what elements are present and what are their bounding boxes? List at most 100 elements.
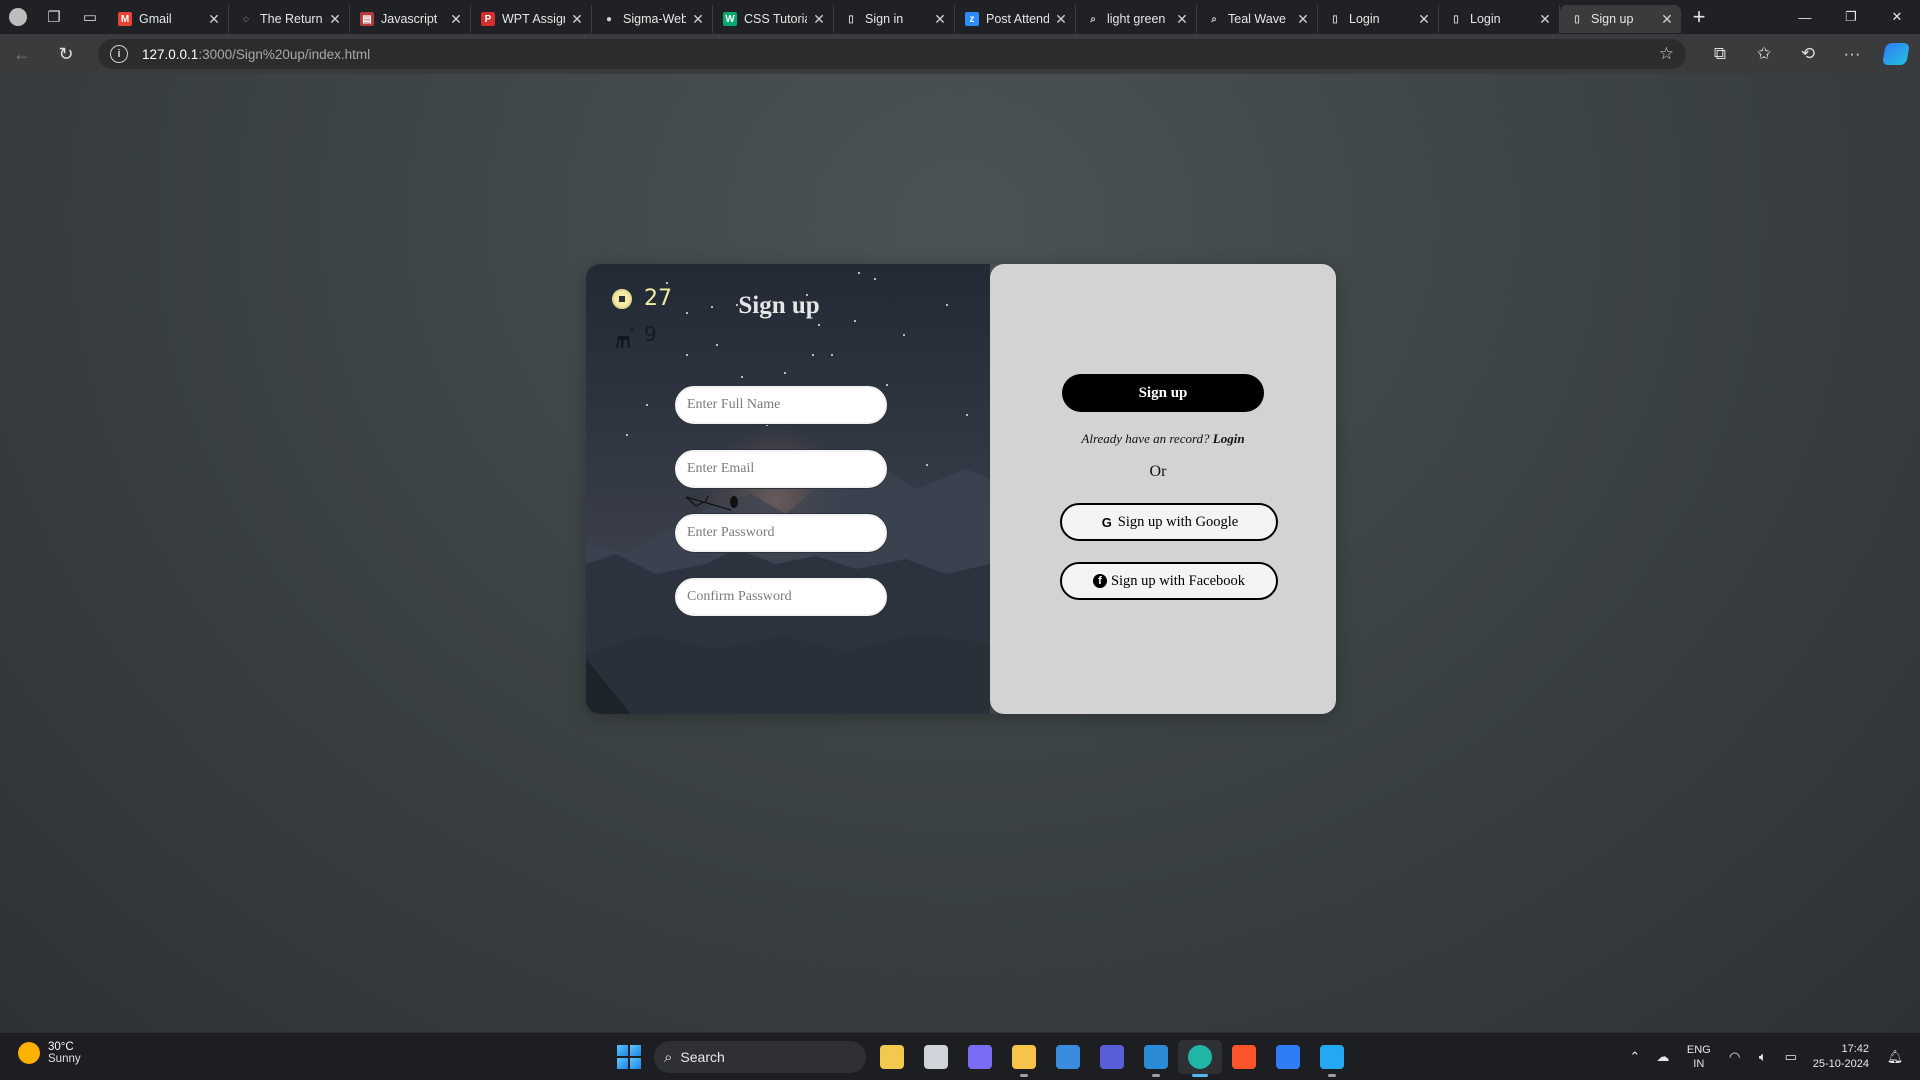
new-tab-button[interactable]: +	[1681, 3, 1717, 31]
store-app[interactable]	[1046, 1040, 1090, 1074]
browser-tab[interactable]: ▤ Javascript ✕	[350, 5, 471, 33]
edge-app[interactable]	[1178, 1040, 1222, 1077]
minimize-icon[interactable]: —	[1782, 0, 1828, 34]
wifi-icon[interactable]: ◠	[1724, 1049, 1746, 1065]
facebook-signup-button[interactable]: f Sign up with Facebook	[1060, 562, 1278, 600]
tab-close-icon[interactable]: ✕	[1053, 11, 1069, 28]
profile-icon[interactable]	[0, 0, 36, 34]
signup-button[interactable]: Sign up	[1062, 374, 1264, 412]
extensions-icon[interactable]: ⧉	[1698, 34, 1742, 74]
address-bar[interactable]: i 127.0.0.1:3000/Sign%20up/index.html ☆	[98, 39, 1686, 69]
widgets-app[interactable]	[870, 1040, 914, 1074]
weather-temp: 30°C	[48, 1041, 74, 1053]
restore-icon[interactable]: ❐	[1828, 0, 1874, 34]
tab-close-icon[interactable]: ✕	[690, 11, 706, 28]
email-input[interactable]	[675, 450, 887, 488]
visual-studio-app[interactable]	[1090, 1040, 1134, 1074]
browser-tab[interactable]: ▯ Sign up ✕	[1560, 5, 1681, 33]
back-icon[interactable]: ←	[0, 34, 44, 74]
brave-app[interactable]	[1222, 1040, 1266, 1074]
taskbar-search[interactable]: ⌕ Search	[654, 1041, 866, 1073]
tab-close-icon[interactable]: ✕	[1295, 11, 1311, 28]
battery-icon[interactable]: ▭	[1780, 1049, 1802, 1065]
signup-form-panel: 27 9 Sign up	[586, 264, 990, 714]
file-explorer-app[interactable]	[1002, 1040, 1046, 1077]
lang-line2: IN	[1693, 1058, 1705, 1070]
tab-close-icon[interactable]: ✕	[1659, 11, 1675, 28]
openai-icon: ◌	[243, 13, 249, 25]
login-link[interactable]: Login	[1213, 431, 1245, 446]
visual-studio-app-icon	[1100, 1045, 1124, 1069]
full-name-input[interactable]	[675, 386, 887, 424]
tab-title: Javascript	[381, 12, 438, 26]
tab-close-icon[interactable]: ✕	[1416, 11, 1432, 28]
store-app-icon	[1056, 1045, 1080, 1069]
browser-tab[interactable]: ▯ Login ✕	[1439, 5, 1560, 33]
vscode-app[interactable]	[1310, 1040, 1354, 1077]
todo-app[interactable]	[1266, 1040, 1310, 1074]
tab-close-icon[interactable]: ✕	[1174, 11, 1190, 28]
gmail-icon: M	[118, 12, 132, 26]
browser-tab[interactable]: ▯ Login ✕	[1318, 5, 1439, 33]
clock[interactable]: 17:42 25-10-2024	[1813, 1042, 1869, 1072]
javascript-icon: ▤	[360, 12, 374, 26]
tab-close-icon[interactable]: ✕	[932, 11, 948, 28]
page-icon: ▯	[1453, 13, 1459, 25]
task-view-app[interactable]	[914, 1040, 958, 1074]
tab-close-icon[interactable]: ✕	[327, 11, 343, 28]
tab-close-icon[interactable]: ✕	[206, 11, 222, 28]
notification-bell-icon[interactable]: 🔔︎	[1884, 1049, 1906, 1065]
google-signup-button[interactable]: G Sign up with Google	[1060, 503, 1278, 541]
browser-tab[interactable]: z Post Attend ✕	[955, 5, 1076, 33]
browser-tab[interactable]: ◌ The Return ✕	[229, 5, 350, 33]
tab-title: Teal Wave	[1228, 12, 1286, 26]
url-path: :3000/Sign%20up/index.html	[198, 46, 371, 62]
signup-card: 27 9 Sign up Sign up Already have an rec…	[586, 264, 1336, 714]
tab-title: WPT Assign	[502, 12, 565, 26]
login-prompt-text: Already have an record?	[1081, 431, 1210, 446]
lang-line1: ENG	[1686, 1044, 1711, 1056]
refresh-icon[interactable]: ↻	[44, 34, 88, 74]
tab-close-icon[interactable]: ✕	[569, 11, 585, 28]
or-divider: Or	[1149, 463, 1167, 480]
copilot-app-icon	[968, 1045, 992, 1069]
favorites-icon[interactable]: ✩	[1742, 34, 1786, 74]
password-input[interactable]	[675, 514, 887, 552]
close-window-icon[interactable]: ✕	[1874, 0, 1920, 34]
copilot-app[interactable]	[958, 1040, 1002, 1074]
running-indicator	[1192, 1074, 1208, 1077]
bing-app[interactable]	[1134, 1040, 1178, 1077]
tab-title: Gmail	[139, 12, 172, 26]
confirm-password-input[interactable]	[675, 578, 887, 616]
tab-actions-icon[interactable]: ▭	[72, 0, 108, 34]
onedrive-icon[interactable]: ☁	[1652, 1049, 1674, 1065]
search-icon: ⌕	[1090, 13, 1096, 25]
tab-close-icon[interactable]: ✕	[811, 11, 827, 28]
history-icon[interactable]: ⟲	[1786, 34, 1830, 74]
volume-icon[interactable]: 🔈︎	[1752, 1049, 1774, 1065]
browser-tab[interactable]: P WPT Assign ✕	[471, 5, 592, 33]
github-icon: ●	[605, 13, 613, 25]
tab-title: light green	[1107, 12, 1166, 26]
site-info-icon[interactable]: i	[110, 45, 128, 63]
facebook-icon: f	[1092, 574, 1107, 588]
copilot-icon[interactable]	[1874, 34, 1918, 74]
tab-title: Sign in	[865, 12, 904, 26]
browser-tab[interactable]: M Gmail ✕	[108, 5, 229, 33]
signup-actions-panel: Sign up Already have an record? Login Or…	[990, 264, 1336, 714]
browser-tab[interactable]: ⌕ light green ✕	[1076, 5, 1197, 33]
language-indicator[interactable]: ENG IN	[1687, 1043, 1711, 1071]
browser-tab[interactable]: ▯ Sign in ✕	[834, 5, 955, 33]
chevron-up-icon[interactable]: ⌃	[1624, 1049, 1646, 1065]
windows-taskbar: 30°C Sunny ⌕ Search ⌃ ☁ ENG IN ◠ 🔈︎ ▭ 17…	[0, 1032, 1920, 1080]
favorite-star-icon[interactable]: ☆	[1659, 44, 1674, 64]
browser-tab[interactable]: ● Sigma-Web ✕	[592, 5, 713, 33]
workspaces-icon[interactable]: ❐	[36, 0, 72, 34]
browser-tab[interactable]: ⌕ Teal Wave ✕	[1197, 5, 1318, 33]
more-options-icon[interactable]: ···	[1830, 34, 1874, 74]
tab-close-icon[interactable]: ✕	[1537, 11, 1553, 28]
tab-close-icon[interactable]: ✕	[448, 11, 464, 28]
weather-widget[interactable]: 30°C Sunny	[18, 1041, 81, 1065]
start-button[interactable]	[612, 1040, 646, 1074]
browser-tab[interactable]: W CSS Tutoria ✕	[713, 5, 834, 33]
